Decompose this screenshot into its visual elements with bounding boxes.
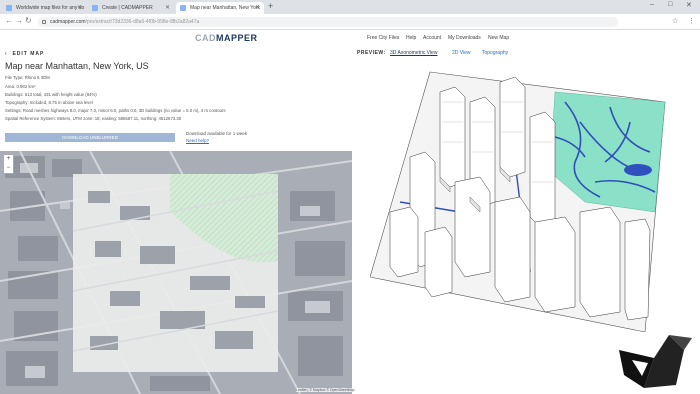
browser-tab-3-active[interactable]: Map near Manhattan, New York ✕ xyxy=(176,2,264,14)
buildings-count: Buildings: 513 total, 431 with height va… xyxy=(5,92,97,97)
close-tab-icon[interactable]: ✕ xyxy=(255,2,260,14)
nav-my-downloads[interactable]: My Downloads xyxy=(448,35,481,41)
nav-free-city-files[interactable]: Free City Files xyxy=(367,35,399,41)
map-title: Map near Manhattan, New York, US xyxy=(5,61,149,71)
browser-tab-2[interactable]: Create | CADMAPPER ✕ xyxy=(88,2,174,14)
forward-icon[interactable]: → xyxy=(15,16,23,25)
zoom-in-button[interactable]: + xyxy=(4,155,13,164)
need-help-link[interactable]: Need help? xyxy=(186,138,209,143)
zoom-out-button[interactable]: − xyxy=(4,164,13,173)
tab-3d-axonometric-view[interactable]: 3D Axonometric View xyxy=(390,50,437,56)
map-attribution[interactable]: Leaflet | © Mapbox © OpenStreetMap xyxy=(296,388,355,392)
tab-label: Worldwide map files for any do xyxy=(16,5,85,11)
tab-label: Create | CADMAPPER xyxy=(102,5,153,11)
url-field[interactable]: cadmapper.com/pro/extract/73d2336-d8a6-4… xyxy=(38,17,618,27)
cadmapper-logo[interactable]: CADMAPPER xyxy=(195,33,258,43)
close-window-button[interactable]: ✕ xyxy=(686,1,692,9)
tab-label: Map near Manhattan, New York xyxy=(190,5,261,11)
back-icon[interactable]: ← xyxy=(5,16,13,25)
maximize-button[interactable]: □ xyxy=(668,1,672,8)
download-unblurred-button[interactable]: DOWNLOAD UNBLURRED xyxy=(5,133,175,142)
3d-axonometric-model[interactable] xyxy=(370,62,700,332)
spatial-reference: Spatial Reference System: Meters, UTM zo… xyxy=(5,116,182,121)
nav-new-map[interactable]: New Map xyxy=(488,35,509,41)
topography-info: Topography: Included, 8.75 m above sea l… xyxy=(5,100,93,105)
tab-topography[interactable]: Topography xyxy=(482,50,508,56)
map-view[interactable] xyxy=(0,151,352,394)
zoom-control[interactable]: + − xyxy=(3,154,14,174)
lock-icon xyxy=(42,20,46,24)
map-imagery xyxy=(0,151,352,394)
nav-help[interactable]: Help xyxy=(406,35,416,41)
menu-icon[interactable]: ⋮ xyxy=(688,17,695,25)
favicon-icon xyxy=(6,5,12,11)
close-tab-icon[interactable]: ✕ xyxy=(165,2,170,14)
nav-account[interactable]: Account xyxy=(423,35,441,41)
tab-2d-view[interactable]: 2D View xyxy=(452,50,471,56)
file-type: File Type: Rhino 5 3DM xyxy=(5,75,50,80)
address-bar-row: ← → ↻ cadmapper.com/pro/extract/73d2336-… xyxy=(0,14,700,30)
url-host: cadmapper.com xyxy=(50,19,86,25)
reload-icon[interactable]: ↻ xyxy=(25,16,32,25)
area: Area: 0.982 km² xyxy=(5,84,36,89)
minimize-button[interactable]: – xyxy=(650,1,654,8)
settings-info: Settings: Road meshes highways 8.0, majo… xyxy=(5,108,226,113)
favicon-icon xyxy=(180,5,186,11)
close-tab-icon[interactable]: ✕ xyxy=(77,2,82,14)
channel-watermark-logo xyxy=(619,335,692,388)
new-tab-button[interactable]: + xyxy=(268,1,273,11)
favicon-icon xyxy=(92,5,98,11)
preview-label: PREVIEW: xyxy=(357,50,386,56)
browser-tab-bar: Worldwide map files for any do ✕ Create … xyxy=(0,0,700,14)
url-path: /pro/extract/73d2336-d8a6-4f0b-998e-8fb2… xyxy=(85,19,200,25)
availability-note: Download available for 1 week xyxy=(186,131,248,136)
star-icon[interactable]: ☆ xyxy=(672,17,678,25)
edit-map-link[interactable]: ‹ EDIT MAP xyxy=(5,51,44,57)
browser-tab-1[interactable]: Worldwide map files for any do ✕ xyxy=(2,2,86,14)
